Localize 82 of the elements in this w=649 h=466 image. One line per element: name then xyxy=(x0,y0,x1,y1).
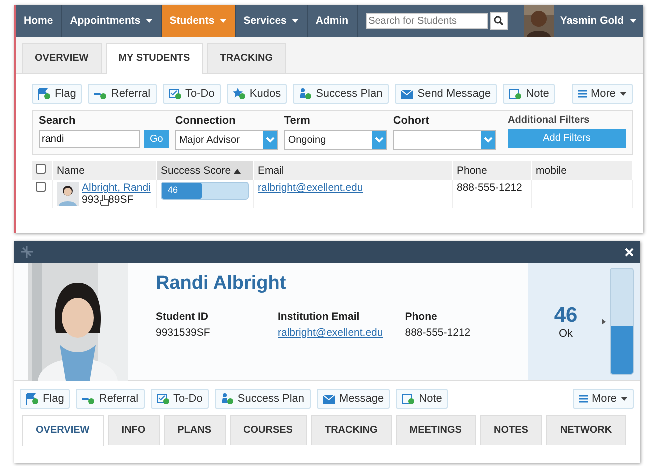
column-header[interactable]: Email xyxy=(254,161,452,180)
dropdown[interactable]: Major Advisor xyxy=(175,130,278,150)
caret-icon xyxy=(620,92,627,96)
score-label: Ok xyxy=(558,328,574,340)
action-button[interactable]: Flag xyxy=(32,84,82,104)
note-icon xyxy=(509,88,522,100)
action-button[interactable]: To-Do xyxy=(150,389,209,409)
student-name: Randi Albright xyxy=(156,273,288,295)
chevron-icon xyxy=(374,137,384,143)
dropdown[interactable] xyxy=(393,130,496,150)
field-label: Phone xyxy=(405,311,438,323)
tab[interactable]: TRACKING xyxy=(310,415,392,445)
email-link[interactable]: ralbright@exellent.edu xyxy=(278,327,384,339)
menu-icon xyxy=(578,395,588,403)
action-button[interactable]: Send Message xyxy=(394,84,498,104)
field-value: 9931539SF xyxy=(156,327,212,339)
more-button[interactable]: More xyxy=(572,389,634,409)
tab[interactable]: MEETINGS xyxy=(396,415,476,445)
email-link[interactable]: ralbright@exellent.edu xyxy=(258,182,364,194)
flag-icon xyxy=(26,393,39,405)
tab[interactable]: TRACKING xyxy=(207,43,286,73)
score-value: 46 xyxy=(554,304,578,328)
field-value: 888-555-1212 xyxy=(405,327,472,339)
student-link[interactable]: Albright, Randi xyxy=(82,182,151,194)
action-button[interactable]: Flag xyxy=(20,389,70,409)
field-label: Term xyxy=(284,115,312,127)
phone-number: 888-555-1212 xyxy=(457,182,522,194)
tab[interactable]: MY STUDENTS xyxy=(106,43,204,74)
pointer-icon xyxy=(602,318,606,324)
person-plus-icon xyxy=(220,393,234,405)
tab[interactable]: OVERVIEW xyxy=(22,43,102,73)
star-icon xyxy=(232,88,246,100)
caret-icon xyxy=(621,397,628,401)
action-button[interactable]: To-Do xyxy=(162,84,221,104)
person-plus-icon xyxy=(299,88,312,100)
action-button[interactable]: Referral xyxy=(76,389,145,409)
search-field[interactable]: randi xyxy=(39,130,140,148)
tab[interactable]: OVERVIEW xyxy=(22,415,104,446)
chevron-icon xyxy=(484,137,493,143)
checklist-icon xyxy=(156,393,170,405)
action-button[interactable]: Note xyxy=(503,84,556,104)
field-label: Student ID xyxy=(156,311,210,323)
caret-icon xyxy=(630,19,637,23)
field-label: Cohort xyxy=(393,115,430,127)
tab[interactable]: COURSES xyxy=(230,415,307,445)
action-button[interactable]: Success Plan xyxy=(293,84,389,104)
checkbox[interactable] xyxy=(36,182,46,192)
column-header[interactable]: Phone xyxy=(452,161,532,180)
checkbox[interactable] xyxy=(36,164,46,174)
tab[interactable]: NOTES xyxy=(480,415,542,445)
checklist-icon xyxy=(168,88,182,100)
field-label: Connection xyxy=(175,115,237,127)
menu-icon xyxy=(578,90,587,98)
field-label: Institution Email xyxy=(278,311,361,323)
dropdown[interactable]: Ongoing xyxy=(284,130,388,150)
student-id: 993 xyxy=(82,194,100,206)
tab[interactable]: INFO xyxy=(108,415,160,445)
hand-cursor-icon xyxy=(100,194,109,206)
user-menu[interactable]: Yasmin Gold xyxy=(554,15,643,27)
envelope-icon xyxy=(400,88,414,100)
envelope-icon xyxy=(322,393,336,405)
more-button[interactable]: More xyxy=(572,84,633,104)
flag-icon xyxy=(38,88,51,100)
search-field[interactable]: Search for Students xyxy=(366,13,488,29)
tab[interactable]: NETWORK xyxy=(546,415,626,445)
action-button[interactable]: Referral xyxy=(88,84,157,104)
close-icon[interactable] xyxy=(625,248,634,256)
action-button[interactable]: Message xyxy=(316,389,390,409)
field-label: Additional Filters xyxy=(508,115,591,126)
score-value: 46 xyxy=(168,185,178,195)
tab[interactable]: PLANS xyxy=(164,415,226,445)
chevron-icon xyxy=(266,137,275,143)
column-header[interactable]: Name xyxy=(52,161,156,180)
column-header[interactable]: Success Score xyxy=(156,161,254,180)
action-button[interactable]: Note xyxy=(396,389,448,409)
column-header[interactable]: mobile xyxy=(532,161,632,180)
action-button[interactable]: Kudos xyxy=(226,84,288,104)
action-button[interactable]: Success Plan xyxy=(214,389,311,409)
note-icon xyxy=(402,393,416,405)
student-id: 89SF xyxy=(108,194,134,206)
field-label: Search xyxy=(39,115,77,127)
search-icon[interactable] xyxy=(490,12,508,30)
